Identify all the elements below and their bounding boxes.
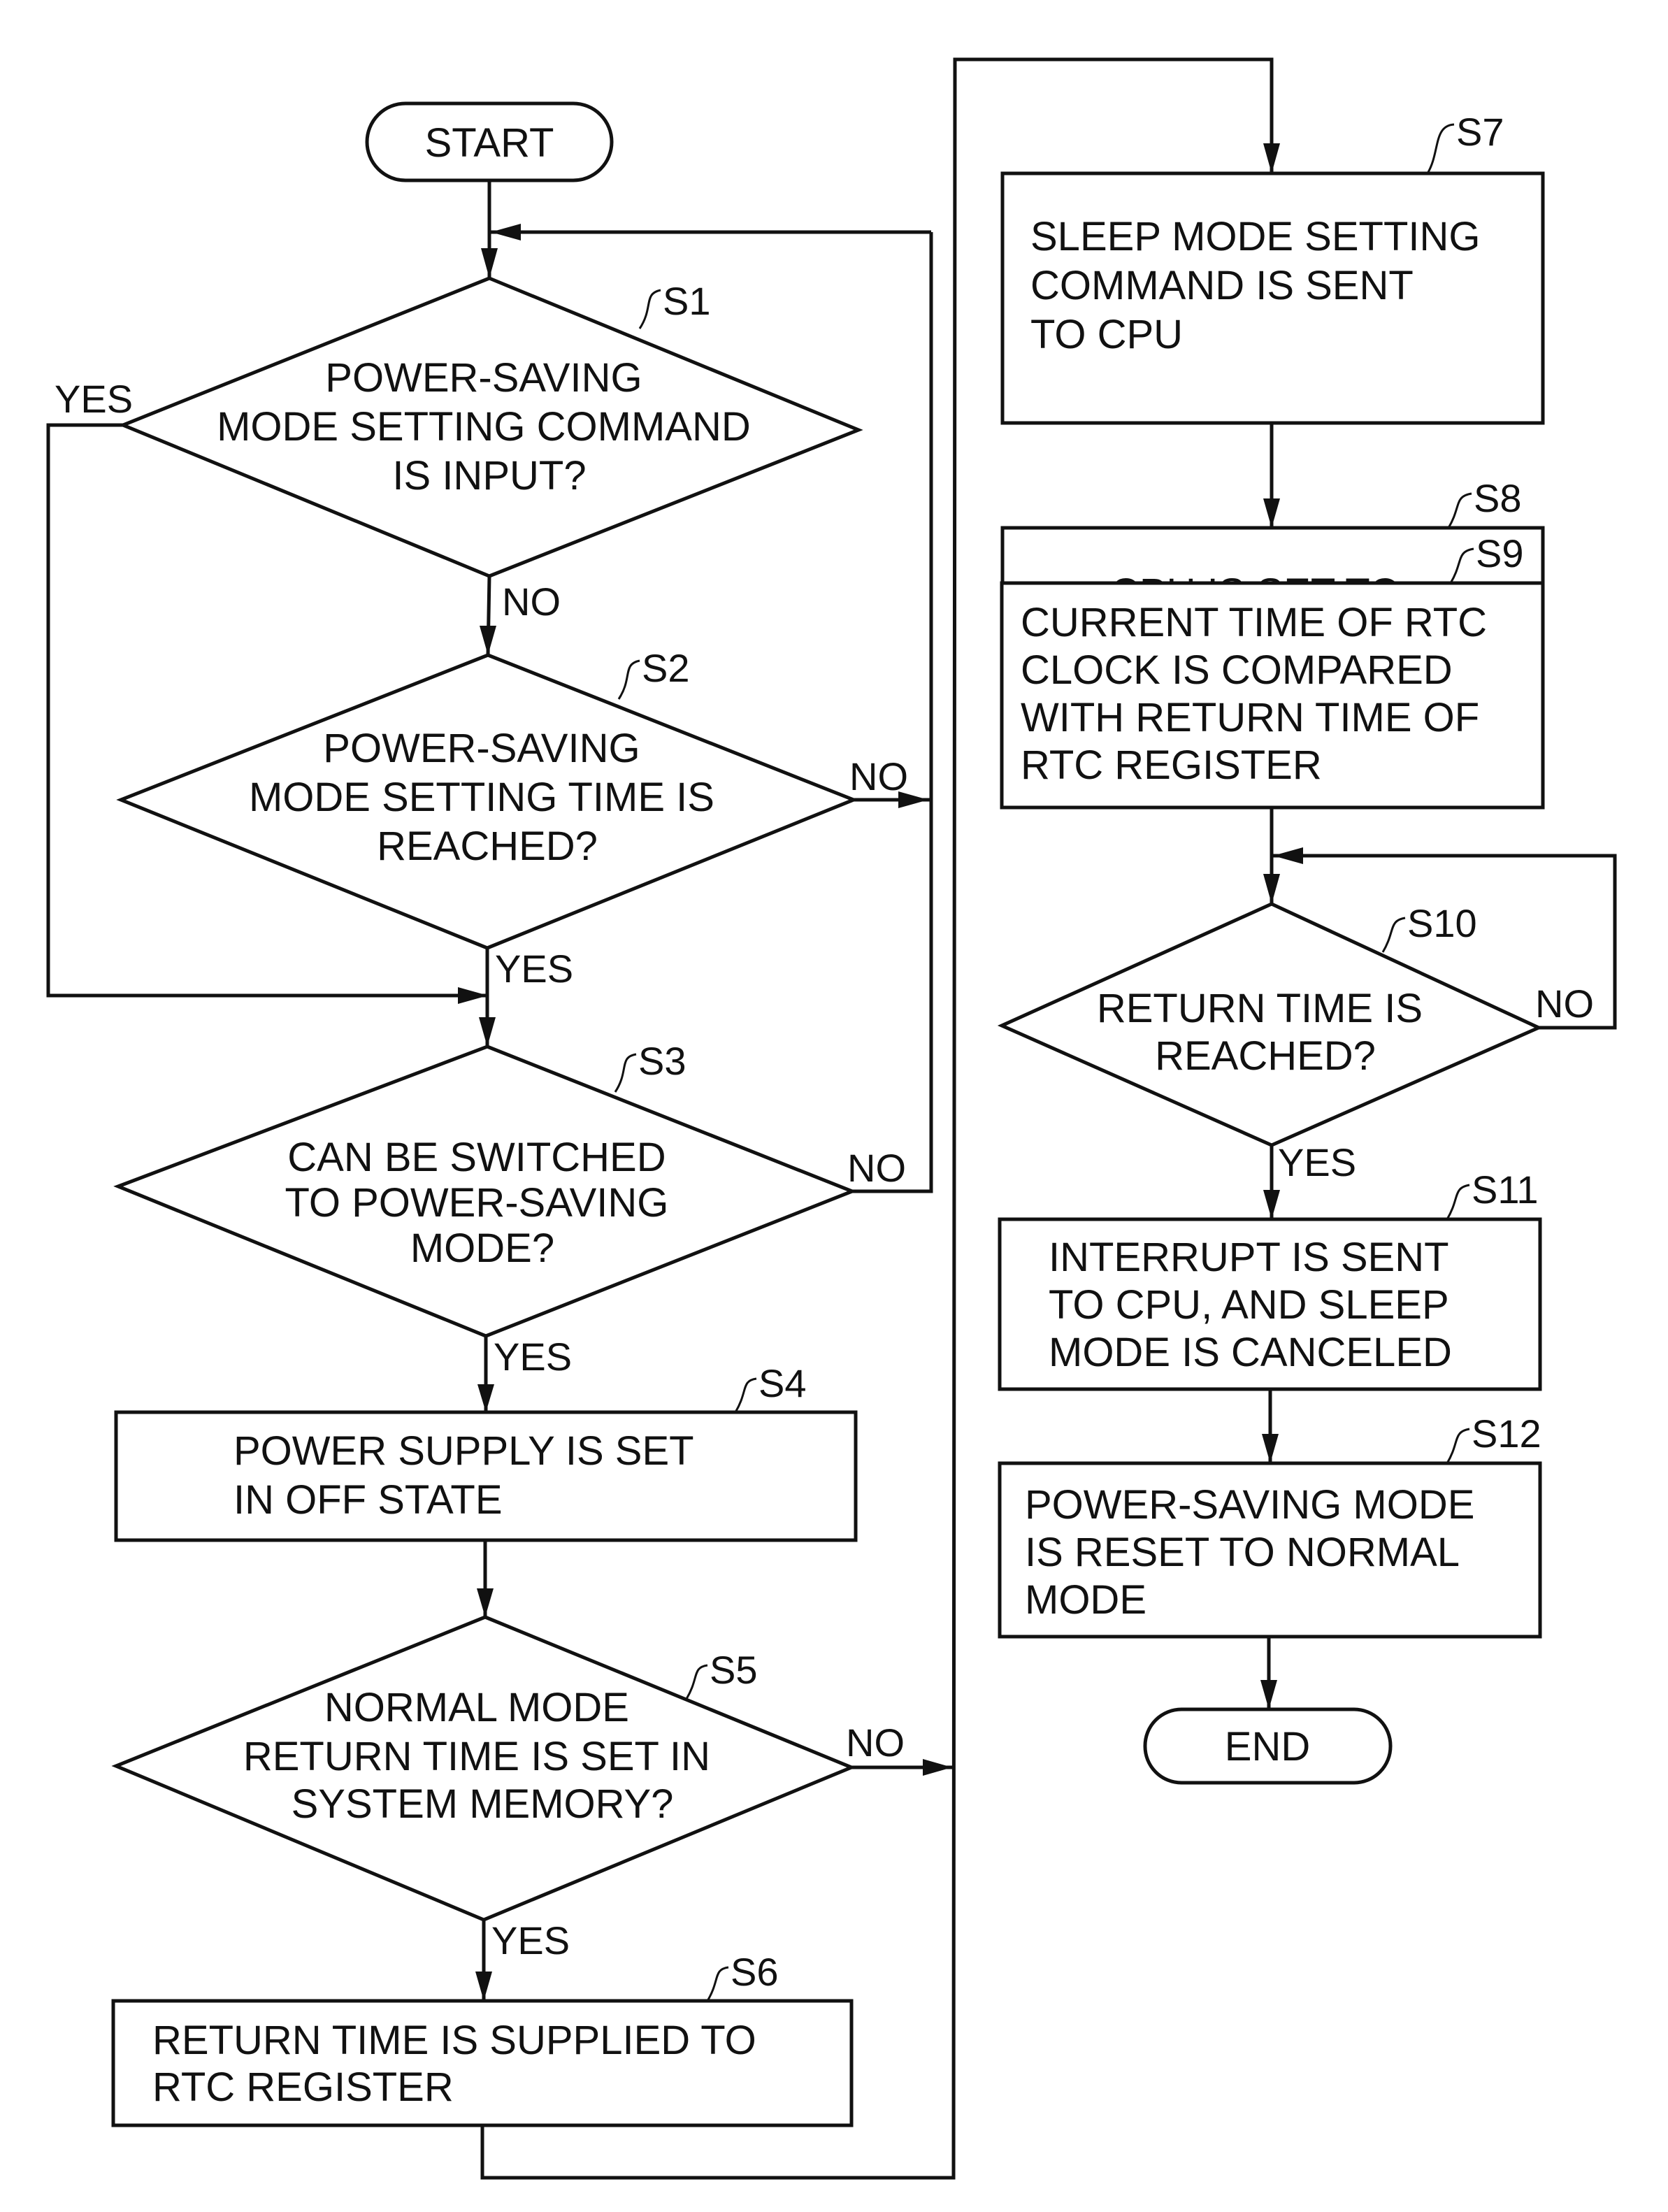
s5-line-2: RETURN TIME IS SET IN xyxy=(243,1734,710,1779)
s10-no-label: NO xyxy=(1535,982,1594,1026)
s9-line-3: WITH RETURN TIME OF xyxy=(1021,695,1479,740)
s1-no-label: NO xyxy=(502,580,561,624)
s12-step-id: S12 xyxy=(1472,1412,1541,1456)
s7-step-id: S7 xyxy=(1456,110,1504,154)
s1-yes-label: YES xyxy=(55,377,133,421)
s11-line-2: TO CPU, AND SLEEP xyxy=(1049,1282,1448,1328)
s2-step-id: S2 xyxy=(642,646,690,690)
s12-line-3: MODE xyxy=(1025,1577,1146,1623)
s4-line-2: IN OFF STATE xyxy=(233,1477,503,1523)
s10-line-1: RETURN TIME IS xyxy=(1097,986,1423,1031)
s3-yes-label: YES xyxy=(494,1335,572,1379)
decision-s3: CAN BE SWITCHED TO POWER-SAVING MODE? S3… xyxy=(113,1039,906,1379)
s7-line-2: COMMAND IS SENT xyxy=(1030,263,1413,308)
s1-step-id: S1 xyxy=(663,279,711,323)
s6-step-id: S6 xyxy=(731,1950,779,1994)
s3-step-id: S3 xyxy=(638,1039,686,1083)
s9-step-id: S9 xyxy=(1476,531,1524,575)
decision-s2: POWER-SAVING MODE SETTING TIME IS REACHE… xyxy=(116,646,908,991)
s1-line-3: IS INPUT? xyxy=(392,453,586,498)
s8-step-id: S8 xyxy=(1474,476,1522,520)
s10-line-2: REACHED? xyxy=(1155,1033,1376,1079)
start-terminal: START xyxy=(365,101,614,182)
s10-step-id: S10 xyxy=(1407,901,1477,945)
end-label: END xyxy=(1225,1724,1310,1769)
s6-line-2: RTC REGISTER xyxy=(152,2064,454,2110)
decision-s5: NORMAL MODE RETURN TIME IS SET IN SYSTEM… xyxy=(111,1615,905,1962)
s3-line-3: MODE? xyxy=(410,1226,554,1271)
decision-s1: POWER-SAVING MODE SETTING COMMAND IS INP… xyxy=(55,276,863,624)
s5-line-3: SYSTEM MEMORY? xyxy=(292,1781,674,1827)
start-label: START xyxy=(425,120,554,166)
s3-line-2: TO POWER-SAVING xyxy=(285,1180,668,1226)
s2-yes-label: YES xyxy=(495,947,573,991)
s6-line-1: RETURN TIME IS SUPPLIED TO xyxy=(152,2018,756,2063)
s11-step-id: S11 xyxy=(1472,1168,1538,1212)
flowchart: START POWER-SAVING MODE SETTING COMMAND … xyxy=(46,57,1617,2180)
s10-yes-label: YES xyxy=(1278,1140,1356,1184)
s9-line-1: CURRENT TIME OF RTC xyxy=(1021,600,1487,645)
s11-line-3: MODE IS CANCELED xyxy=(1049,1330,1452,1375)
svg-text:INTERRUPT IS SENT TO CPU: INTERRUPT IS SENT TO CPU, AND SLEEP MODE… xyxy=(1049,1235,1460,1375)
s2-line-3: REACHED? xyxy=(377,824,598,869)
s5-no-label: NO xyxy=(846,1721,905,1765)
s7-line-1: SLEEP MODE SETTING xyxy=(1030,214,1481,259)
decision-s10: RETURN TIME IS REACHED? S10 NO YES xyxy=(997,901,1594,1184)
s5-yes-label: YES xyxy=(491,1918,570,1962)
s9-line-2: CLOCK IS COMPARED xyxy=(1021,647,1453,693)
s12-line-1: POWER-SAVING MODE xyxy=(1025,1482,1474,1528)
s2-line-2: MODE SETTING TIME IS xyxy=(249,775,714,820)
s3-line-1: CAN BE SWITCHED xyxy=(287,1135,666,1180)
s4-step-id: S4 xyxy=(758,1361,807,1405)
s5-step-id: S5 xyxy=(710,1648,758,1692)
s2-no-label: NO xyxy=(849,754,908,798)
s1-line-1: POWER-SAVING xyxy=(325,355,642,401)
s4-line-1: POWER SUPPLY IS SET xyxy=(233,1428,693,1474)
s11-line-1: INTERRUPT IS SENT xyxy=(1049,1235,1448,1280)
s12-line-2: IS RESET TO NORMAL xyxy=(1025,1530,1459,1575)
s5-line-1: NORMAL MODE xyxy=(324,1685,629,1730)
s9-line-4: RTC REGISTER xyxy=(1021,742,1322,788)
s3-no-label: NO xyxy=(847,1146,906,1190)
s1-line-2: MODE SETTING COMMAND xyxy=(217,404,751,450)
end-terminal: END xyxy=(1143,1707,1393,1785)
s2-line-1: POWER-SAVING xyxy=(323,726,640,771)
s7-line-3: TO CPU xyxy=(1030,312,1183,357)
